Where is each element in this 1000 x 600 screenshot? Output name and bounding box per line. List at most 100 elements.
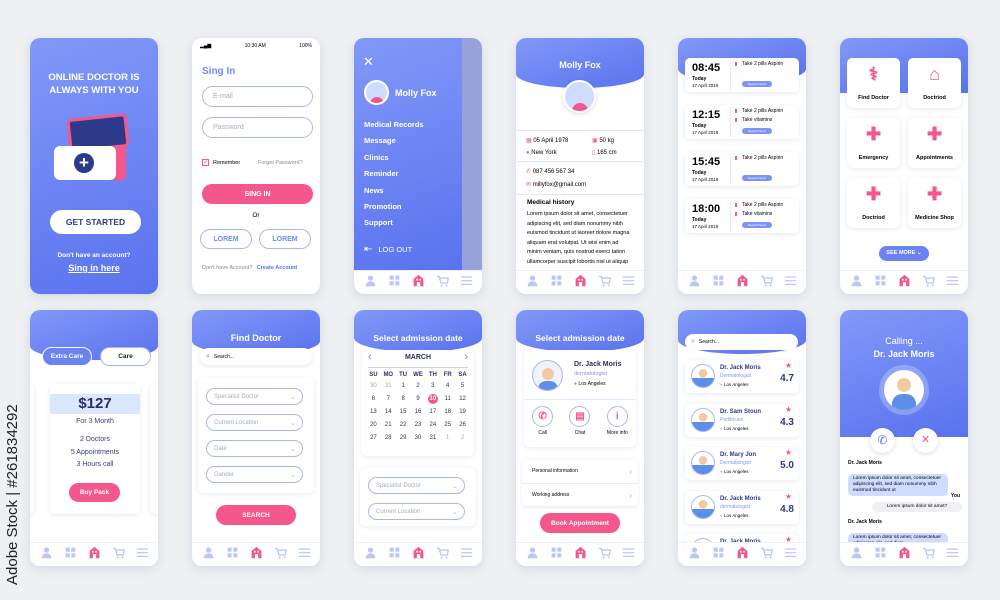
email-input[interactable]: E-mail (202, 86, 313, 107)
menu-icon[interactable] (946, 546, 959, 564)
grid-icon[interactable] (550, 274, 563, 292)
grid-icon[interactable] (226, 546, 239, 564)
tab-care[interactable]: Care (100, 347, 151, 366)
cart-icon[interactable] (112, 546, 125, 564)
calendar-day[interactable]: 1 (396, 381, 411, 391)
menu-item[interactable]: Reminder (364, 169, 424, 185)
info-row[interactable]: Personal information › (522, 460, 638, 483)
info-row[interactable]: Working address › (522, 483, 638, 506)
service-find-doctor[interactable]: ⚕ Find Doctor (847, 58, 900, 108)
user-icon[interactable] (526, 546, 539, 564)
service-emergency[interactable]: ✚ Emergency (847, 118, 900, 168)
book-appointment-button[interactable]: Book Appointment (540, 513, 620, 533)
calendar-day[interactable]: 26 (455, 420, 470, 430)
buy-pack-button[interactable]: Buy Pack (69, 483, 120, 502)
menu-icon[interactable] (460, 546, 473, 564)
sign-in-link[interactable]: Sing in here (30, 263, 158, 273)
doctor-list-item[interactable]: Dr. Mary Jon Dermatologist ● Los Angeles ★ 5… (685, 447, 799, 480)
menu-item[interactable]: Medical Records (364, 120, 424, 136)
doctor-list-item[interactable]: Dr. Sam Stoun Pedifricain ● Los Angeles ★ 4.… (685, 403, 799, 437)
calendar-day[interactable]: 31 (381, 381, 396, 391)
doctor-list-item[interactable]: Dr. Jack Moris dermatologist ● Los Angeles… (685, 490, 799, 524)
home-icon[interactable] (898, 274, 911, 292)
user-icon[interactable] (526, 274, 539, 292)
forgot-password-link[interactable]: Forget Password? (258, 160, 303, 166)
calendar-day-selected[interactable]: 10 (427, 394, 438, 404)
menu-icon[interactable] (622, 546, 635, 564)
grid-icon[interactable] (388, 274, 401, 292)
calendar-day[interactable]: 3 (425, 381, 440, 391)
calendar-day[interactable]: 16 (411, 407, 426, 417)
home-icon[interactable] (574, 274, 587, 292)
calendar-day[interactable]: 22 (396, 420, 411, 430)
action-call-button[interactable]: ✆ Call (526, 406, 560, 436)
select-gander[interactable]: Gander ⌄ (206, 466, 303, 483)
calendar-day[interactable]: 28 (381, 433, 396, 443)
search-input[interactable]: ⌕ Search... (200, 348, 312, 365)
grid-icon[interactable] (550, 546, 563, 564)
user-icon[interactable] (688, 274, 701, 292)
see-more-button[interactable]: SEE MORE ⌄ (879, 246, 929, 261)
logout-button[interactable]: ⇤ LOG OUT (364, 244, 412, 255)
menu-icon[interactable] (460, 274, 473, 292)
menu-icon[interactable] (298, 546, 311, 564)
menu-item[interactable]: Message (364, 136, 424, 152)
menu-icon[interactable] (946, 274, 959, 292)
select-current-location[interactable]: Current Location ⌄ (368, 503, 465, 520)
end-call-button[interactable]: ✕ (913, 428, 938, 453)
reminder-card[interactable]: 08:45 Today 17 April 2019 Take 2 pills Aspi… (685, 58, 799, 92)
calendar-day[interactable]: 23 (411, 420, 426, 430)
grid-icon[interactable] (388, 546, 401, 564)
action-chat-button[interactable]: ▤ Chat (563, 406, 597, 436)
social-login-button-1[interactable]: LOREM (200, 229, 252, 249)
calendar-day[interactable]: 4 (440, 381, 455, 391)
calendar-day[interactable]: 29 (396, 433, 411, 443)
menu-item[interactable]: News (364, 186, 424, 202)
user-icon[interactable] (40, 546, 53, 564)
home-icon[interactable] (412, 274, 425, 292)
menu-icon[interactable] (784, 274, 797, 292)
service-doctriod[interactable]: ✚ Doctriod (847, 178, 900, 228)
cart-icon[interactable] (436, 274, 449, 292)
calendar-day[interactable]: 24 (425, 420, 440, 430)
tab-extra-care[interactable]: Extra Care (42, 347, 92, 366)
select-specialist-doctor[interactable]: Specialist Doctor ⌄ (206, 388, 303, 405)
select-current-location[interactable]: Current Location ⌄ (206, 414, 303, 431)
user-icon[interactable] (202, 546, 215, 564)
cart-icon[interactable] (598, 274, 611, 292)
grid-icon[interactable] (712, 546, 725, 564)
calendar-day[interactable]: 19 (455, 407, 470, 417)
password-input[interactable]: Password (202, 117, 313, 138)
cart-icon[interactable] (760, 546, 773, 564)
create-account-link[interactable]: Create Account (257, 265, 297, 271)
calendar-day[interactable]: 2 (455, 433, 470, 443)
cart-icon[interactable] (760, 274, 773, 292)
menu-item[interactable]: Support (364, 218, 424, 234)
reminder-card[interactable]: 15:45 Today 17 April 2019 Take 2 pills Aspi… (685, 152, 799, 186)
menu-item[interactable]: Clinics (364, 153, 424, 169)
home-icon[interactable] (250, 546, 263, 564)
calendar-day[interactable]: 30 (366, 381, 381, 391)
action-more-info-button[interactable]: i More info (600, 406, 634, 436)
select-date[interactable]: Date ⌄ (206, 440, 303, 457)
calendar-day[interactable]: 21 (381, 420, 396, 430)
cart-icon[interactable] (922, 274, 935, 292)
home-icon[interactable] (412, 546, 425, 564)
social-login-button-2[interactable]: LOREM (259, 229, 311, 249)
answer-call-button[interactable]: ✆ (870, 428, 895, 453)
search-input[interactable]: ⌕ Search... (685, 334, 798, 350)
home-icon[interactable] (898, 546, 911, 564)
cart-icon[interactable] (436, 546, 449, 564)
home-icon[interactable] (736, 546, 749, 564)
calendar-day[interactable]: 12 (455, 394, 470, 404)
select-specialist-doctor[interactable]: Specialist Doctor ⌄ (368, 477, 465, 494)
calendar-day[interactable]: 31 (425, 433, 440, 443)
service-doctriod[interactable]: ⌂ Doctriod (908, 58, 961, 108)
reminder-card[interactable]: 12:15 Today 17 April 2019 Take 2 pills Aspi… (685, 105, 799, 139)
calendar-day[interactable]: 15 (396, 407, 411, 417)
home-icon[interactable] (88, 546, 101, 564)
repeat-badge[interactable]: Repeat Never (742, 222, 772, 228)
calendar-day[interactable]: 27 (366, 433, 381, 443)
repeat-badge[interactable]: Repeat Never (742, 175, 772, 181)
repeat-badge[interactable]: Repeat Never (742, 128, 772, 134)
